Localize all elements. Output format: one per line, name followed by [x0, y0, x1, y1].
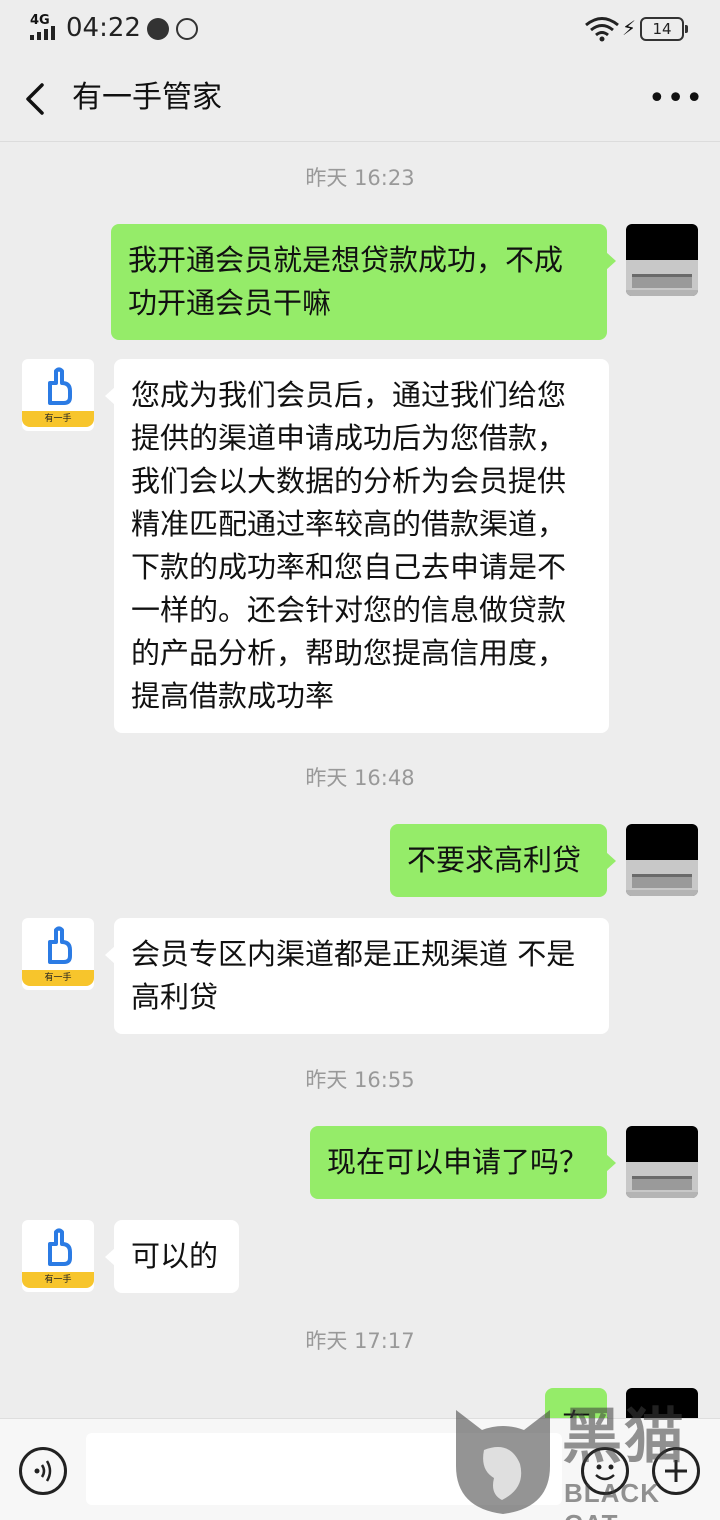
user-avatar[interactable] — [626, 224, 698, 296]
clock: 04:22 — [66, 13, 141, 43]
voice-input-button[interactable] — [19, 1447, 67, 1495]
outgoing-message[interactable]: 不要求高利贷 — [390, 824, 616, 897]
emoji-icon — [595, 1464, 615, 1481]
status-bar: 4G 04:22 ⚡ 14 — [0, 0, 720, 56]
wifi-icon — [585, 17, 619, 42]
bot-avatar[interactable]: 有一手 — [22, 359, 94, 431]
timestamp: 昨天 17:17 — [305, 1329, 415, 1353]
bot-avatar[interactable]: 有一手 — [22, 918, 94, 990]
bot-avatar-caption: 有一手 — [22, 970, 94, 986]
outgoing-message[interactable]: 现在可以申请了吗？ — [310, 1126, 616, 1199]
chat-title: 有一手管家 — [72, 80, 222, 115]
voice-icon — [34, 1460, 52, 1482]
outgoing-message[interactable]: 我开通会员就是想贷款成功，不成功开通会员干嘛 — [111, 224, 616, 340]
incoming-message[interactable]: 会员专区内渠道都是正规渠道 不是高利贷 — [105, 918, 609, 1034]
hand-logo-icon — [48, 926, 72, 964]
incoming-message[interactable]: 可以的 — [105, 1220, 239, 1293]
notification-app-icon-2 — [176, 18, 198, 40]
bot-avatar-caption: 有一手 — [22, 1272, 94, 1288]
plus-icon — [665, 1460, 687, 1482]
more-options-icon[interactable]: ••• — [648, 84, 703, 114]
signal-icon — [30, 26, 60, 40]
hand-logo-icon — [48, 367, 72, 405]
input-bar — [0, 1418, 720, 1520]
message-input[interactable] — [86, 1433, 562, 1505]
back-icon[interactable] — [22, 82, 52, 116]
bot-avatar[interactable]: 有一手 — [22, 1220, 94, 1292]
user-avatar[interactable] — [626, 1126, 698, 1198]
timestamp: 昨天 16:23 — [305, 166, 415, 190]
timestamp: 昨天 16:48 — [305, 766, 415, 790]
chat-header: 有一手管家 ••• — [0, 56, 720, 142]
hand-logo-icon — [48, 1228, 72, 1266]
notification-app-icon — [147, 18, 169, 40]
user-avatar[interactable] — [626, 824, 698, 896]
bot-avatar-caption: 有一手 — [22, 411, 94, 427]
charging-icon: ⚡ — [622, 16, 637, 40]
battery-icon: 14 — [640, 17, 688, 41]
emoji-button[interactable] — [581, 1447, 629, 1495]
timestamp: 昨天 16:55 — [305, 1068, 415, 1092]
more-functions-button[interactable] — [652, 1447, 700, 1495]
incoming-message[interactable]: 您成为我们会员后，通过我们给您提供的渠道申请成功后为您借款，我们会以大数据的分析… — [105, 359, 609, 733]
